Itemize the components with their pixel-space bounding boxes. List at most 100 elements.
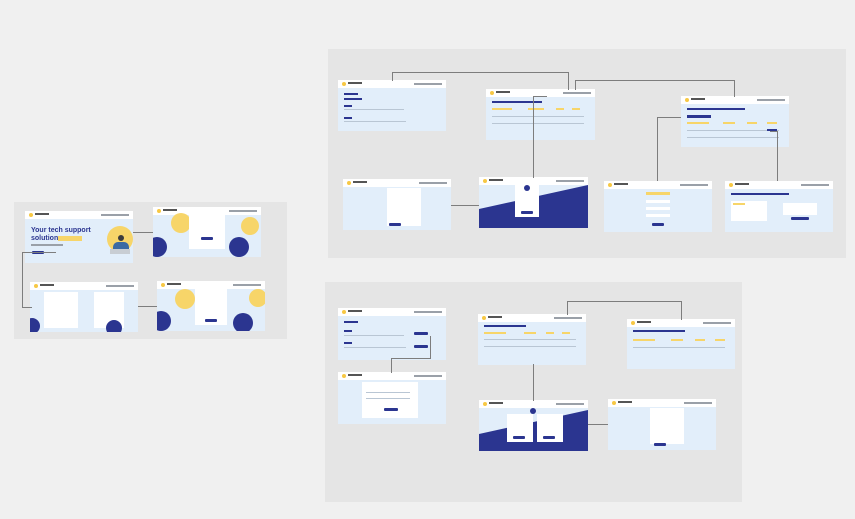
screen-new-ticket[interactable]: [608, 399, 716, 450]
connector: [681, 301, 682, 320]
screen-create-account[interactable]: [604, 181, 712, 232]
submit-button[interactable]: [654, 443, 666, 446]
nav-links: [684, 402, 712, 404]
page-heading: [731, 193, 789, 195]
form-field[interactable]: [646, 214, 670, 217]
table-header: [572, 108, 580, 110]
connector: [22, 307, 32, 308]
submit-button[interactable]: [389, 223, 401, 226]
decor-yellow-circle: [175, 289, 195, 309]
logo-text: [637, 321, 651, 323]
table-row[interactable]: [633, 347, 725, 348]
headline-highlight: [58, 236, 82, 241]
screen-account-settings[interactable]: [30, 282, 138, 332]
nav-links: [106, 285, 134, 287]
form-field[interactable]: [646, 207, 670, 210]
connector: [657, 117, 681, 118]
screen-admin-table[interactable]: [681, 96, 789, 147]
landing-headline-line2: solution: [31, 235, 59, 242]
ticket-row[interactable]: [344, 121, 406, 122]
table-header: [671, 339, 683, 341]
table-row[interactable]: [492, 123, 584, 124]
logo-mark-icon: [631, 321, 635, 325]
logo-mark-icon: [482, 316, 486, 320]
connector: [133, 232, 153, 233]
screen-header: [338, 372, 446, 380]
table-header: [715, 339, 725, 341]
ticket-form: [387, 188, 421, 226]
table-header: [747, 122, 757, 124]
register-button[interactable]: [543, 436, 555, 439]
screen-login-split[interactable]: [479, 177, 588, 228]
logo-text: [40, 284, 54, 286]
ticket-title: [344, 117, 352, 119]
ticket-row[interactable]: [344, 335, 404, 336]
logo-text: [691, 98, 705, 100]
screen-header: [338, 80, 446, 88]
landing-subtext: [31, 244, 63, 246]
table-header: [562, 332, 570, 334]
decor-navy-circle: [233, 313, 253, 331]
screen-header: [681, 96, 789, 104]
login-submit-button[interactable]: [201, 237, 213, 240]
decor-yellow-circle: [241, 217, 259, 235]
connector: [22, 252, 56, 253]
page-heading: [687, 108, 745, 110]
decor-yellow-circle: [249, 289, 265, 307]
ticket-title: [344, 330, 352, 332]
logo-text: [35, 213, 49, 215]
open-ticket-button[interactable]: [414, 332, 428, 335]
close-ticket-button[interactable]: [384, 408, 398, 411]
connector: [392, 72, 393, 81]
screen-admin-table[interactable]: [627, 319, 735, 369]
connector: [575, 80, 576, 90]
login-button[interactable]: [513, 436, 525, 439]
connector: [575, 80, 735, 81]
logo-text: [167, 283, 181, 285]
screen-header: [157, 281, 265, 289]
screen-login-bg[interactable]: [153, 207, 261, 257]
logo-text: [614, 183, 628, 185]
register-submit-button[interactable]: [205, 319, 217, 322]
screen-header: [25, 211, 133, 219]
ticket-title: [344, 342, 352, 344]
table-row[interactable]: [687, 137, 779, 138]
logo-mark-icon: [342, 374, 346, 378]
screen-new-ticket[interactable]: [343, 179, 451, 230]
table-header: [546, 332, 554, 334]
open-ticket-button[interactable]: [414, 345, 428, 348]
table-row[interactable]: [484, 346, 576, 347]
table-row[interactable]: [687, 130, 779, 131]
decor-yellow-circle: [171, 213, 191, 233]
login-button[interactable]: [521, 211, 533, 214]
screen-tickets[interactable]: [338, 80, 446, 131]
table-header: [723, 122, 735, 124]
screen-requests-table[interactable]: [478, 314, 586, 365]
screen-landing[interactable]: Your tech support solution: [25, 211, 133, 263]
logo-text: [353, 181, 367, 183]
create-button[interactable]: [652, 223, 664, 226]
table-row[interactable]: [492, 116, 584, 117]
table-header: [695, 339, 705, 341]
screen-header: [153, 207, 261, 215]
screen-header: [608, 399, 716, 407]
table-row[interactable]: [484, 339, 576, 340]
screen-register[interactable]: [157, 281, 265, 331]
screen-request-details[interactable]: [725, 181, 833, 232]
connector: [533, 96, 547, 97]
tab-active[interactable]: [344, 98, 362, 100]
screen-ticket-detail[interactable]: [338, 372, 446, 424]
table-header: [633, 339, 655, 341]
laptop: [110, 249, 130, 254]
landing-headline-line1: Your tech support: [31, 227, 91, 234]
connector: [22, 252, 23, 308]
logo-text: [163, 209, 177, 211]
filter-button[interactable]: [687, 115, 711, 118]
detail-line: [366, 398, 410, 399]
form-field[interactable]: [646, 200, 670, 203]
ticket-row[interactable]: [344, 347, 406, 348]
ticket-row[interactable]: [344, 109, 404, 110]
screen-login-split[interactable]: [479, 400, 588, 451]
reply-button[interactable]: [791, 217, 809, 220]
screen-header: [30, 282, 138, 290]
